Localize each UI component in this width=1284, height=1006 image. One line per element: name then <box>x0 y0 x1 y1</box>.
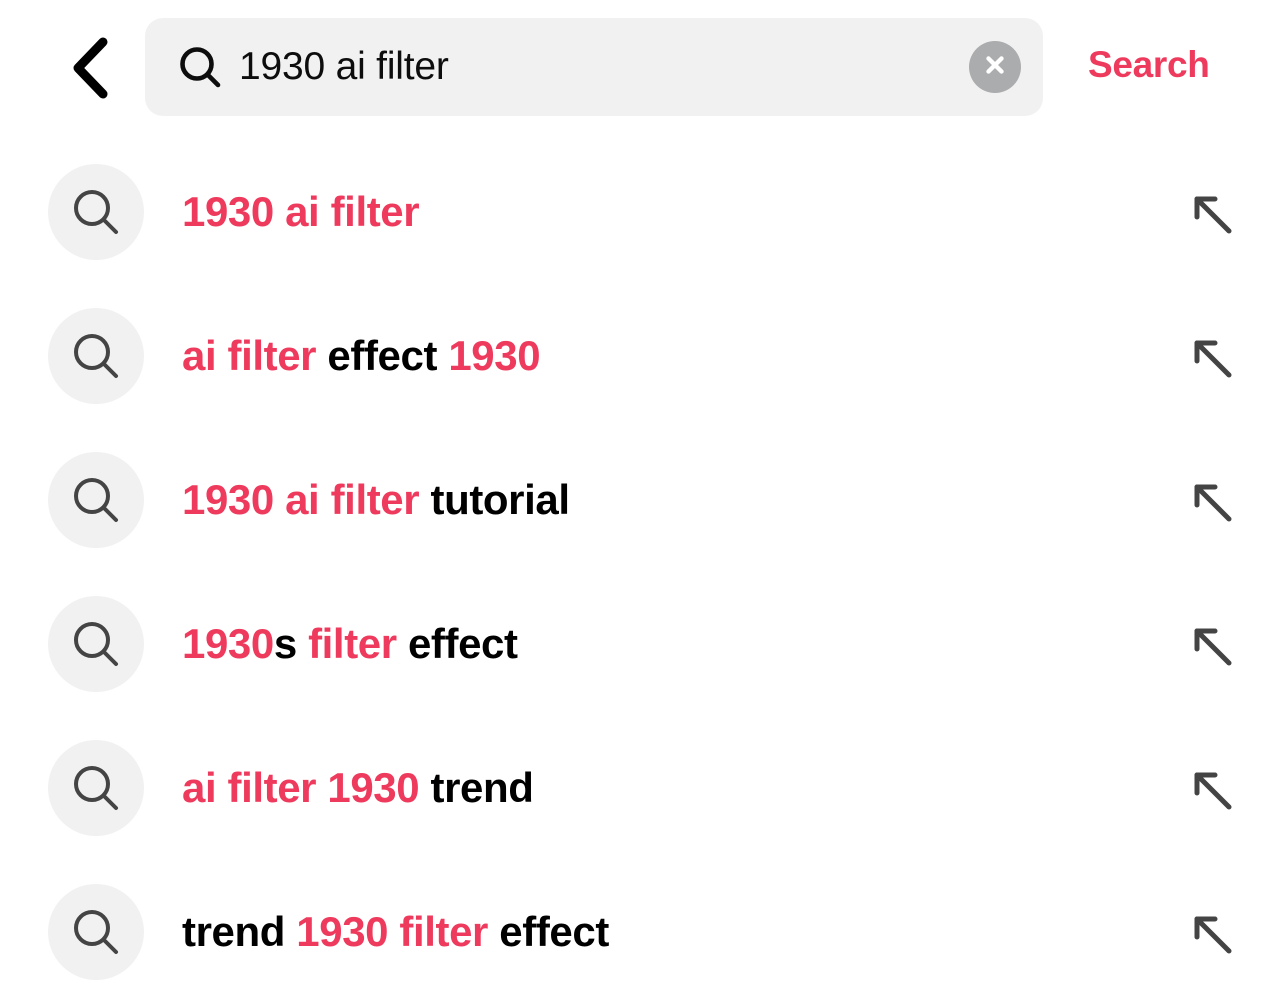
plain-term: trend <box>182 908 297 955</box>
search-submit-button[interactable]: Search <box>1088 44 1210 86</box>
suggestion-row[interactable]: 1930s filter effect <box>0 572 1284 716</box>
plain-term: effect <box>488 908 609 955</box>
highlighted-term: 1930 <box>182 620 274 667</box>
highlighted-term: ai filter <box>182 332 317 379</box>
clear-search-button[interactable] <box>969 41 1021 93</box>
arrow-up-left-icon[interactable] <box>1188 478 1236 526</box>
arrow-up-left-icon[interactable] <box>1188 910 1236 958</box>
suggestion-text: trend 1930 filter effect <box>182 908 1144 956</box>
highlighted-term: filter <box>308 620 397 667</box>
suggestion-row[interactable]: trend 1930 filter effect <box>0 860 1284 1004</box>
search-icon <box>48 308 144 404</box>
suggestion-text: ai filter effect 1930 <box>182 332 1144 380</box>
search-header: 1930 ai filter Search <box>0 0 1284 140</box>
highlighted-term: 1930 ai filter <box>182 188 420 235</box>
search-input[interactable]: 1930 ai filter <box>239 45 969 89</box>
search-icon <box>48 884 144 980</box>
search-suggestions-list: 1930 ai filter ai filter effect 1930 1930 … <box>0 140 1284 1004</box>
plain-term: s <box>273 620 309 667</box>
suggestion-text: 1930 ai filter tutorial <box>182 476 1144 524</box>
suggestion-row[interactable]: 1930 ai filter tutorial <box>0 428 1284 572</box>
highlighted-term: ai filter 1930 <box>182 764 420 811</box>
plain-term: trend <box>419 764 534 811</box>
back-button[interactable] <box>52 28 128 108</box>
chevron-left-icon <box>69 37 111 99</box>
suggestion-text: 1930s filter effect <box>182 620 1144 668</box>
suggestion-row[interactable]: ai filter 1930 trend <box>0 716 1284 860</box>
search-icon <box>48 164 144 260</box>
highlighted-term: 1930 filter <box>296 908 488 955</box>
suggestion-text: 1930 ai filter <box>182 188 1144 236</box>
search-icon <box>48 452 144 548</box>
close-icon <box>982 52 1008 83</box>
plain-term: effect <box>316 332 449 379</box>
plain-term: tutorial <box>419 476 570 523</box>
search-icon <box>48 596 144 692</box>
arrow-up-left-icon[interactable] <box>1188 766 1236 814</box>
suggestion-row[interactable]: ai filter effect 1930 <box>0 284 1284 428</box>
suggestion-row[interactable]: 1930 ai filter <box>0 140 1284 284</box>
arrow-up-left-icon[interactable] <box>1188 334 1236 382</box>
search-icon <box>48 740 144 836</box>
arrow-up-left-icon[interactable] <box>1188 190 1236 238</box>
highlighted-term: 1930 <box>448 332 541 379</box>
plain-term: effect <box>396 620 518 667</box>
search-field[interactable]: 1930 ai filter <box>145 18 1043 116</box>
arrow-up-left-icon[interactable] <box>1188 622 1236 670</box>
search-icon <box>177 44 223 90</box>
highlighted-term: 1930 ai filter <box>182 476 420 523</box>
suggestion-text: ai filter 1930 trend <box>182 764 1144 812</box>
